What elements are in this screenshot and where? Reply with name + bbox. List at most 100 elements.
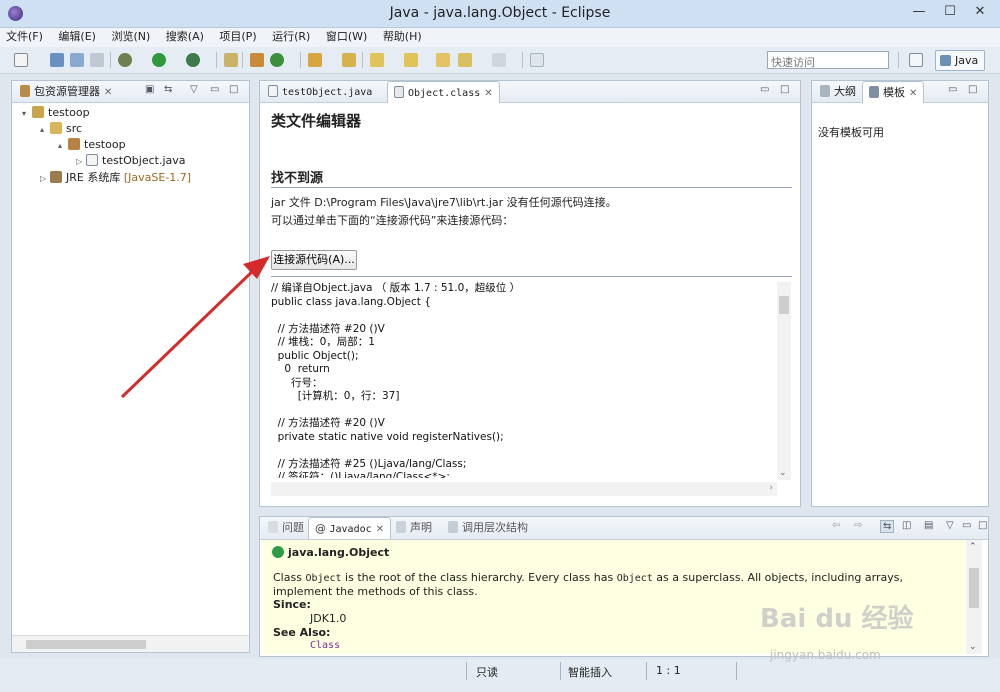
code-horizontal-scrollbar[interactable]: ›: [271, 482, 777, 496]
close-icon[interactable]: ✕: [909, 88, 917, 99]
tree-item-java-file[interactable]: ▷ testObject.java: [76, 153, 186, 169]
new-icon[interactable]: [14, 53, 28, 67]
close-icon[interactable]: ✕: [104, 87, 112, 98]
tab-object-class[interactable]: Object.class ✕: [387, 81, 500, 103]
tab-declaration[interactable]: 声明: [390, 517, 438, 539]
bottom-tab-header: 问题 @ Javadoc ✕ 声明 调用层次结构 ⇦ ⇨ ⇆ ◫ ▤ ▽ ▭ □: [260, 517, 988, 540]
maximize-view-icon[interactable]: □: [780, 84, 789, 95]
scroll-down-icon[interactable]: ⌄: [969, 642, 977, 652]
menu-search[interactable]: 搜索(A): [160, 28, 210, 46]
tree-item-project[interactable]: ▾ testoop: [22, 105, 90, 121]
scroll-down-icon[interactable]: ⌄: [779, 468, 787, 478]
tree-item-package[interactable]: ▴ testoop: [58, 137, 126, 153]
menu-window[interactable]: 窗口(W): [320, 28, 373, 46]
minimize-button[interactable]: —: [905, 2, 933, 22]
code-line: 行号：: [271, 376, 323, 389]
prev-annotation-icon[interactable]: [404, 53, 418, 67]
menu-run[interactable]: 运行(R): [266, 28, 316, 46]
status-bar: 只读 智能插入 1 : 1: [0, 659, 1000, 692]
save-icon[interactable]: [50, 53, 64, 67]
since-value: JDK1.0: [310, 612, 347, 625]
menu-edit[interactable]: 编辑(E): [52, 28, 102, 46]
javadoc-description: Class Object is the root of the class hi…: [273, 571, 903, 598]
horizontal-scrollbar[interactable]: [12, 635, 249, 652]
tab-template[interactable]: 模板 ✕: [862, 81, 925, 103]
coverage-icon[interactable]: [186, 53, 200, 67]
project-icon: [32, 106, 44, 118]
maximize-view-icon[interactable]: □: [229, 84, 238, 95]
open-attached-icon[interactable]: ◫: [902, 520, 911, 531]
run-icon[interactable]: [152, 53, 166, 67]
declaration-icon: [396, 521, 406, 533]
new-class-icon[interactable]: [270, 53, 284, 67]
attach-source-button[interactable]: 连接源代码(A)...: [271, 250, 357, 270]
scroll-right-icon[interactable]: ›: [769, 483, 773, 493]
back-icon[interactable]: [458, 53, 472, 67]
view-menu-icon[interactable]: ▽: [190, 84, 198, 95]
java-perspective-button[interactable]: Java: [935, 50, 985, 71]
bytecode-view[interactable]: // 编译自Object.java （ 版本 1.7 : 51.0，超级位 ） p…: [271, 282, 773, 478]
tab-javadoc[interactable]: @ Javadoc ✕: [308, 517, 392, 539]
tree-item-jre[interactable]: ▷ JRE 系统库 [JavaSE-1.7]: [40, 170, 191, 186]
menu-file[interactable]: 文件(F): [0, 28, 49, 46]
scroll-up-icon[interactable]: ⌃: [969, 542, 977, 552]
tab-problems[interactable]: 问题: [262, 517, 310, 539]
javadoc-scrollbar[interactable]: ⌃ ⌄: [966, 540, 982, 654]
open-task-icon[interactable]: [342, 53, 356, 67]
menu-navigate[interactable]: 浏览(N): [105, 28, 156, 46]
see-also-link[interactable]: Class: [310, 640, 340, 651]
save-all-icon[interactable]: [70, 53, 84, 67]
javadoc-title: java.lang.Object: [272, 546, 389, 559]
divider: [271, 187, 792, 188]
source-not-found-heading: 找不到源: [271, 171, 324, 186]
minimize-view-icon[interactable]: ▭: [948, 84, 957, 95]
menu-project[interactable]: 项目(P): [213, 28, 262, 46]
scrollbar-thumb[interactable]: [779, 296, 789, 314]
quick-access-input[interactable]: 快速访问: [767, 51, 889, 69]
open-type-icon[interactable]: [308, 53, 322, 67]
next-annotation-icon[interactable]: [370, 53, 384, 67]
maximize-view-icon[interactable]: □: [968, 84, 977, 95]
tab-testobject-java[interactable]: testObject.java: [262, 81, 378, 103]
code-line: // 方法描述符 #25 ()Ljava/lang/Class;: [271, 457, 467, 470]
skip-breakpoints-icon[interactable]: [224, 53, 238, 67]
collapse-all-icon[interactable]: ▣: [145, 84, 154, 95]
maximize-button[interactable]: ☐: [936, 2, 964, 22]
close-button[interactable]: ✕: [966, 2, 994, 22]
pin-editor-icon[interactable]: [530, 53, 544, 67]
open-perspective-icon[interactable]: [909, 53, 923, 67]
divider: [271, 276, 792, 277]
minimize-view-icon[interactable]: ▭: [760, 84, 769, 95]
scrollbar-thumb[interactable]: [969, 568, 979, 608]
close-icon[interactable]: ✕: [376, 524, 384, 535]
forward-icon[interactable]: [492, 53, 506, 67]
code-line: // 签征符：()Ljava/lang/Class<*>;: [271, 471, 450, 478]
maximize-view-icon[interactable]: □: [978, 520, 987, 531]
minimize-view-icon[interactable]: ▭: [210, 84, 219, 95]
javadoc-content: java.lang.Object Class Object is the roo…: [262, 540, 965, 654]
view-menu-icon[interactable]: ▽: [946, 520, 954, 531]
close-icon[interactable]: ✕: [484, 88, 492, 99]
tab-package-explorer[interactable]: 包资源管理器 ✕: [14, 81, 118, 103]
package-icon: [68, 138, 80, 150]
menu-help[interactable]: 帮助(H): [377, 28, 428, 46]
scrollbar-thumb[interactable]: [26, 640, 146, 649]
minimize-view-icon[interactable]: ▭: [962, 520, 971, 531]
back-icon[interactable]: ⇦: [832, 520, 840, 531]
debug-icon[interactable]: [118, 53, 132, 67]
link-editor-icon[interactable]: ⇆: [164, 84, 172, 95]
open-browser-icon[interactable]: ▤: [924, 520, 933, 531]
forward-icon[interactable]: ⇨: [854, 520, 862, 531]
link-selection-icon[interactable]: ⇆: [880, 520, 895, 533]
tab-outline[interactable]: 大纲: [814, 81, 862, 103]
package-explorer-header: 包资源管理器 ✕ ▣ ⇆ ▽ ▭ □: [12, 81, 249, 103]
print-icon[interactable]: [90, 53, 104, 67]
new-java-project-icon[interactable]: [250, 53, 264, 67]
code-vertical-scrollbar[interactable]: ⌄: [777, 282, 791, 480]
tree-item-src[interactable]: ▴ src: [40, 121, 82, 137]
last-edit-icon[interactable]: [436, 53, 450, 67]
problems-icon: [268, 521, 278, 533]
tab-call-hierarchy[interactable]: 调用层次结构: [442, 517, 534, 539]
code-line: // 编译自Object.java （ 版本 1.7 : 51.0，超级位 ）: [271, 282, 521, 294]
window-title: Java - java.lang.Object - Eclipse: [389, 5, 611, 21]
